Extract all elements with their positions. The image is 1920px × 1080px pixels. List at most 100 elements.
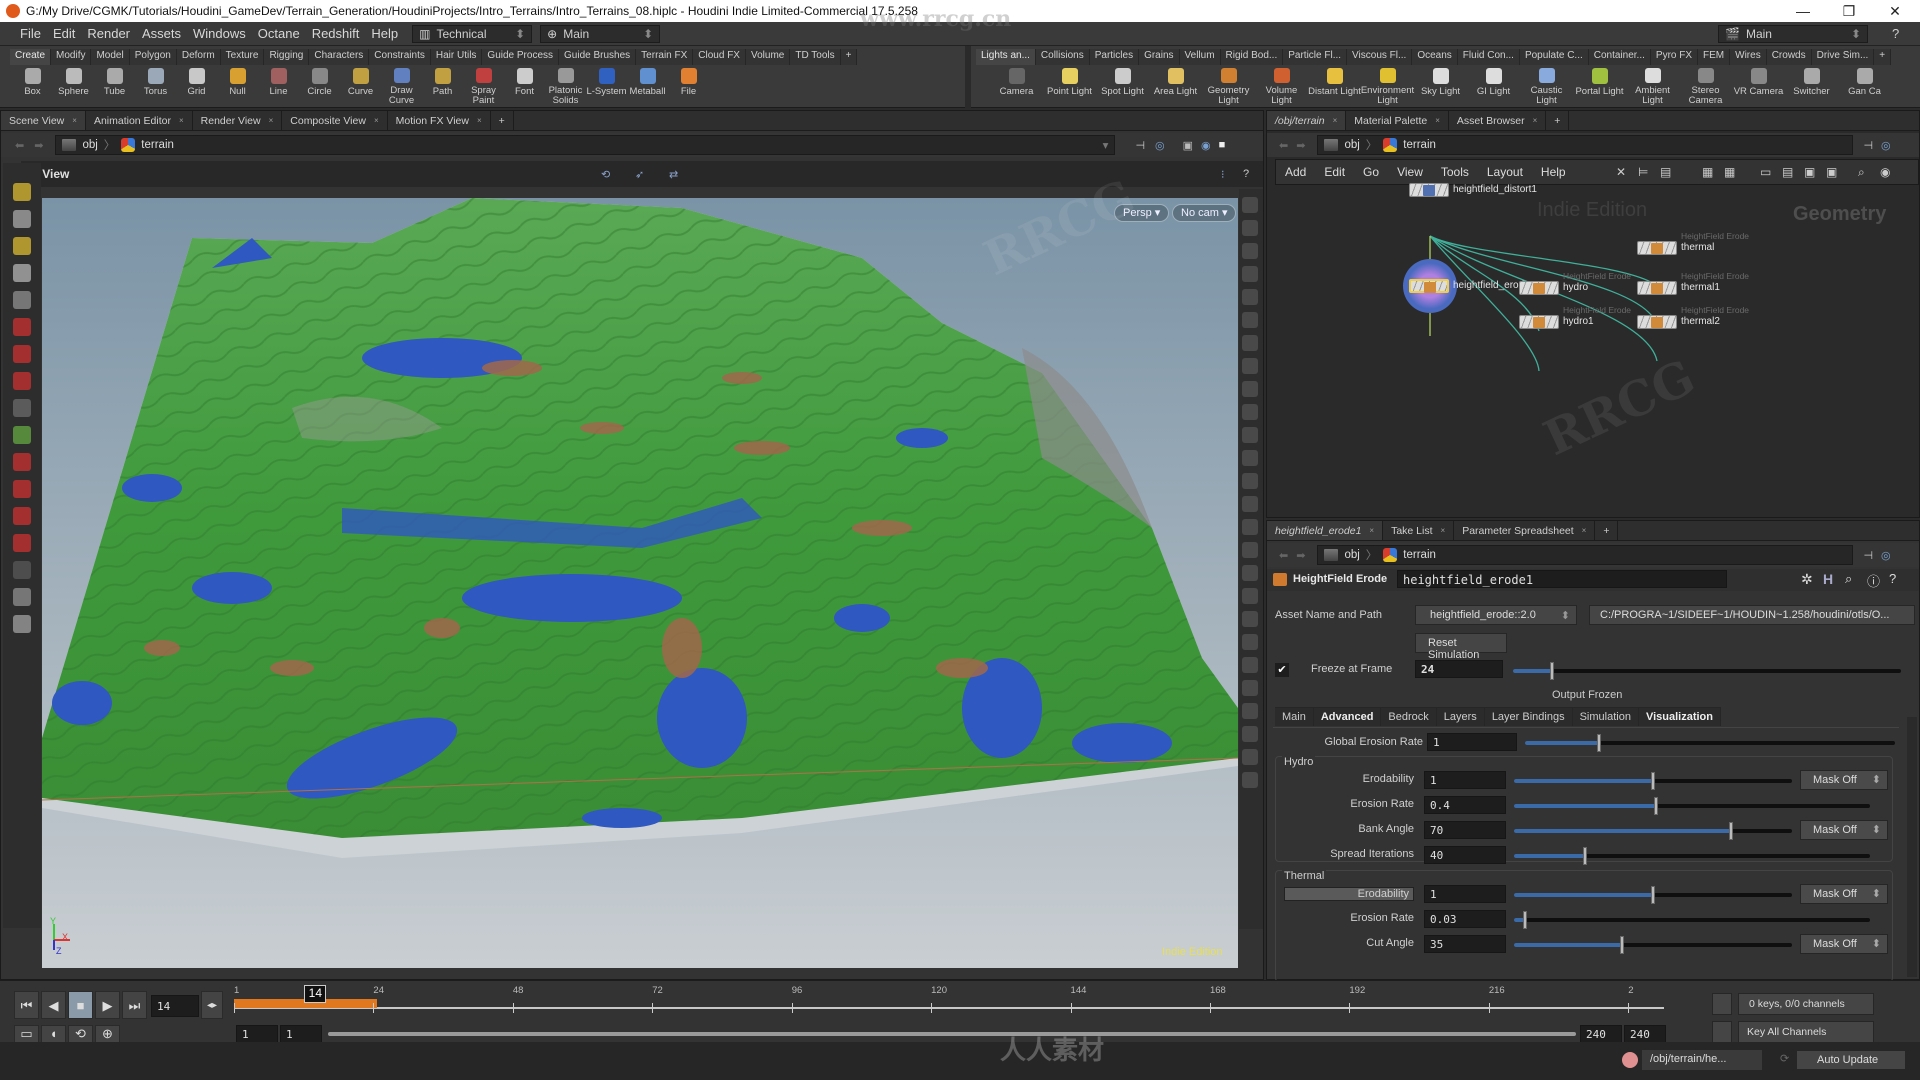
shelf-tab-left-0[interactable]: Create [10,49,52,65]
shelf-tab-left-15[interactable]: TD Tools [790,49,841,65]
shelf-tab-left-3[interactable]: Polygon [129,49,177,65]
parm-back-icon[interactable]: ⬅ [1279,549,1288,562]
shelf-tab-left-16[interactable]: + [840,49,858,65]
slider-knob[interactable] [1583,847,1588,865]
play-forward-button[interactable]: ▶ [95,991,120,1019]
hydro-spread-iterations-field[interactable]: 40 [1424,846,1506,864]
menu-render[interactable]: Render [81,26,136,41]
auto-key-icon[interactable] [1712,993,1732,1015]
freeze-frame-slider[interactable] [1513,662,1901,680]
display-option-17-icon[interactable] [1242,588,1258,604]
shelf-tab-right-10[interactable]: Populate C... [1519,49,1589,65]
play-reverse-button[interactable]: ◀ [41,991,66,1019]
shelf-tool-volume-light[interactable]: Volume Light [1255,68,1308,106]
shelf-tab-right-7[interactable]: Viscous Fl... [1347,49,1413,65]
display-option-13-icon[interactable] [1242,496,1258,512]
close-tab-icon[interactable]: × [179,116,184,125]
display-option-24-icon[interactable] [1242,749,1258,765]
camera-menu-button[interactable]: No cam ▾ [1172,204,1237,222]
shelf-tool-null[interactable]: Null [217,68,258,106]
key-channels-icon[interactable] [1712,1021,1732,1043]
shelf-tab-left-4[interactable]: Deform [176,49,221,65]
camera-tool-icon[interactable] [13,561,31,579]
shelf-tab-left-9[interactable]: Hair Utils [430,49,483,65]
hydro-mask-menu[interactable]: Mask Off [1800,820,1888,840]
thermal-erosion-rate-slider[interactable] [1514,911,1870,929]
global-animation-icon[interactable]: ⊕ [95,1025,120,1043]
transform-tool-icon[interactable]: ⇄ [669,168,678,181]
parm-pin-icon[interactable]: ⊣ [1863,549,1873,562]
freeze-frame-field[interactable]: 24 [1415,660,1503,678]
menu-help[interactable]: Help [365,26,404,41]
close-tab-icon[interactable]: × [477,116,482,125]
parm-tab-layers[interactable]: Layers [1436,707,1485,726]
menu-octane[interactable]: Octane [252,26,306,41]
display-option-9-icon[interactable] [1242,404,1258,420]
shelf-tool-portal-light[interactable]: Portal Light [1573,68,1626,106]
scene-tab-4[interactable]: Motion FX View × [388,111,491,130]
thermal-erosion-rate-field[interactable]: 0.03 [1424,910,1506,928]
viewer-help-icon[interactable]: ? [1243,168,1249,180]
parm-tab-simulation[interactable]: Simulation [1572,707,1639,726]
help-icon[interactable]: ? [1889,571,1896,586]
pose-tool-icon[interactable] [13,372,31,390]
hydro-erodability-field[interactable]: 1 [1424,771,1506,789]
display-option-11-icon[interactable] [1242,450,1258,466]
menu-edit[interactable]: Edit [47,26,81,41]
parm-path-box[interactable]: obj 〉 terrain [1317,545,1854,565]
display-option-16-icon[interactable] [1242,565,1258,581]
parm-tab-main[interactable]: Main [1275,707,1314,726]
parm-forward-icon[interactable]: ➡ [1296,549,1305,562]
shelf-tool-gi-light[interactable]: GI Light [1467,68,1520,106]
brush-tool-icon[interactable] [13,399,31,417]
global-erosion-slider[interactable] [1525,734,1895,752]
display-option-14-icon[interactable] [1242,519,1258,535]
range-start-field-2[interactable]: 1 [280,1025,322,1043]
display-option-6-icon[interactable] [1242,335,1258,351]
display-option-3-icon[interactable] [1242,266,1258,282]
shelf-tab-left-14[interactable]: Volume [745,49,791,65]
shelf-tool-platonic-solids[interactable]: Platonic Solids [545,68,586,106]
object-select-icon[interactable] [13,183,31,201]
shelf-tool-distant-light[interactable]: Distant Light [1308,68,1361,106]
shelf-tab-right-5[interactable]: Rigid Bod... [1220,49,1284,65]
shelf-tool-l-system[interactable]: L-System [586,68,627,106]
shelf-tab-right-17[interactable]: + [1874,49,1892,65]
magnet-grid-icon[interactable] [13,453,31,471]
loop-icon[interactable]: ⟲ [68,1025,93,1043]
shelf-tab-right-3[interactable]: Grains [1139,49,1180,65]
shelf-tab-right-13[interactable]: FEM [1698,49,1731,65]
menu-assets[interactable]: Assets [136,26,187,41]
scene-path-box[interactable]: obj 〉 terrain ▾ [55,135,1116,155]
select-arrow-icon[interactable] [13,264,31,282]
step-frame-button[interactable]: ◂▸ [201,991,223,1019]
network-node-hydro1[interactable] [1519,315,1559,329]
render-region-icon[interactable] [13,615,31,633]
pin-icon[interactable]: ⊣ [1135,139,1145,152]
shelf-divider[interactable] [965,46,971,108]
shelf-tool-vr-camera[interactable]: VR Camera [1732,68,1785,106]
slider-knob[interactable] [1654,797,1659,815]
3d-viewport[interactable]: X Y Z Persp ▾ No cam ▾ Indie Edition [42,198,1238,968]
scene-tab-1[interactable]: Animation Editor × [86,111,193,130]
path-terrain[interactable]: terrain [141,139,174,151]
help-icon[interactable]: ? [1892,26,1899,41]
shelf-tool-gan-ca[interactable]: Gan Ca [1838,68,1891,106]
shelf-tab-left-11[interactable]: Guide Brushes [559,49,637,65]
current-frame-marker[interactable]: 14 [304,985,327,1003]
close-tab-icon[interactable]: × [269,116,274,125]
jump-end-button[interactable]: ⏭ [122,991,147,1019]
path-obj[interactable]: obj [82,139,97,151]
shelf-tab-left-5[interactable]: Texture [220,49,265,65]
slider-knob[interactable] [1651,772,1655,790]
geometry-select-icon[interactable] [13,237,31,255]
range-end-field[interactable]: 240 [1580,1025,1622,1043]
thermal-cut-angle-field[interactable]: 35 [1424,935,1506,953]
display-option-7-icon[interactable] [1242,358,1258,374]
shelf-tab-right-14[interactable]: Wires [1730,49,1767,65]
hydro-erosion-rate-slider[interactable] [1514,797,1870,815]
update-mode-menu[interactable]: Auto Update [1796,1050,1906,1070]
refresh-icon[interactable]: ⟳ [1780,1052,1789,1065]
display-option-1-icon[interactable] [1242,220,1258,236]
realtime-toggle-icon[interactable]: ▭ [14,1025,39,1043]
